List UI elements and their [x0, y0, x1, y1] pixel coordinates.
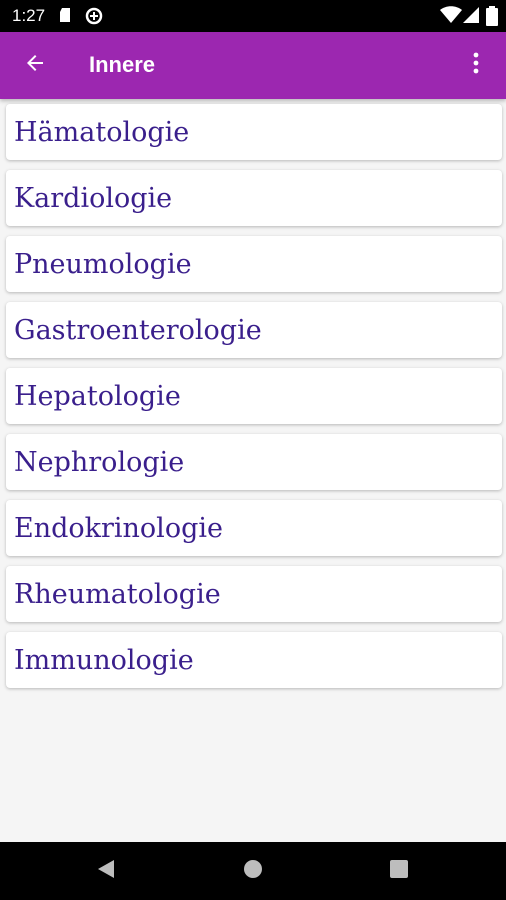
- list-item[interactable]: Rheumatologie: [6, 566, 502, 622]
- list-item[interactable]: Hepatologie: [6, 368, 502, 424]
- list-item-label: Gastroenterologie: [14, 314, 262, 346]
- page-title: Innere: [89, 52, 156, 77]
- back-triangle-icon: [97, 859, 115, 884]
- list-item[interactable]: Endokrinologie: [6, 500, 502, 556]
- list-item-label: Nephrologie: [14, 446, 185, 478]
- app-bar: Innere: [0, 32, 506, 99]
- data-saver-icon: [84, 6, 104, 31]
- list-item-label: Rheumatologie: [14, 578, 221, 610]
- list-item-label: Hepatologie: [14, 380, 181, 412]
- category-list: Hämatologie Kardiologie Pneumologie Gast…: [6, 104, 502, 698]
- list-item[interactable]: Immunologie: [6, 632, 502, 688]
- nav-home-button[interactable]: [223, 842, 283, 900]
- overflow-menu-button[interactable]: [456, 42, 496, 88]
- list-item-label: Kardiologie: [14, 182, 173, 214]
- signal-icon: [462, 6, 480, 29]
- wifi-icon: [440, 6, 462, 29]
- list-item[interactable]: Pneumologie: [6, 236, 502, 292]
- system-nav-bar: [0, 842, 506, 900]
- list-item-label: Endokrinologie: [14, 512, 223, 544]
- more-vert-icon: [473, 52, 479, 79]
- nav-back-button[interactable]: [76, 842, 136, 900]
- list-item[interactable]: Gastroenterologie: [6, 302, 502, 358]
- arrow-left-icon: [23, 51, 47, 80]
- list-item-label: Pneumologie: [14, 248, 192, 280]
- list-item[interactable]: Nephrologie: [6, 434, 502, 490]
- sd-card-icon: [58, 6, 72, 29]
- status-bar: 1:27: [0, 0, 506, 32]
- list-item[interactable]: Kardiologie: [6, 170, 502, 226]
- nav-recents-button[interactable]: [369, 842, 429, 900]
- list-item-label: Hämatologie: [14, 116, 190, 148]
- back-button[interactable]: [12, 42, 58, 88]
- list-item[interactable]: Hämatologie: [6, 104, 502, 160]
- list-item-label: Immunologie: [14, 644, 194, 676]
- home-circle-icon: [243, 859, 263, 884]
- recents-square-icon: [390, 859, 408, 883]
- battery-icon: [486, 6, 498, 31]
- status-time: 1:27: [12, 6, 46, 25]
